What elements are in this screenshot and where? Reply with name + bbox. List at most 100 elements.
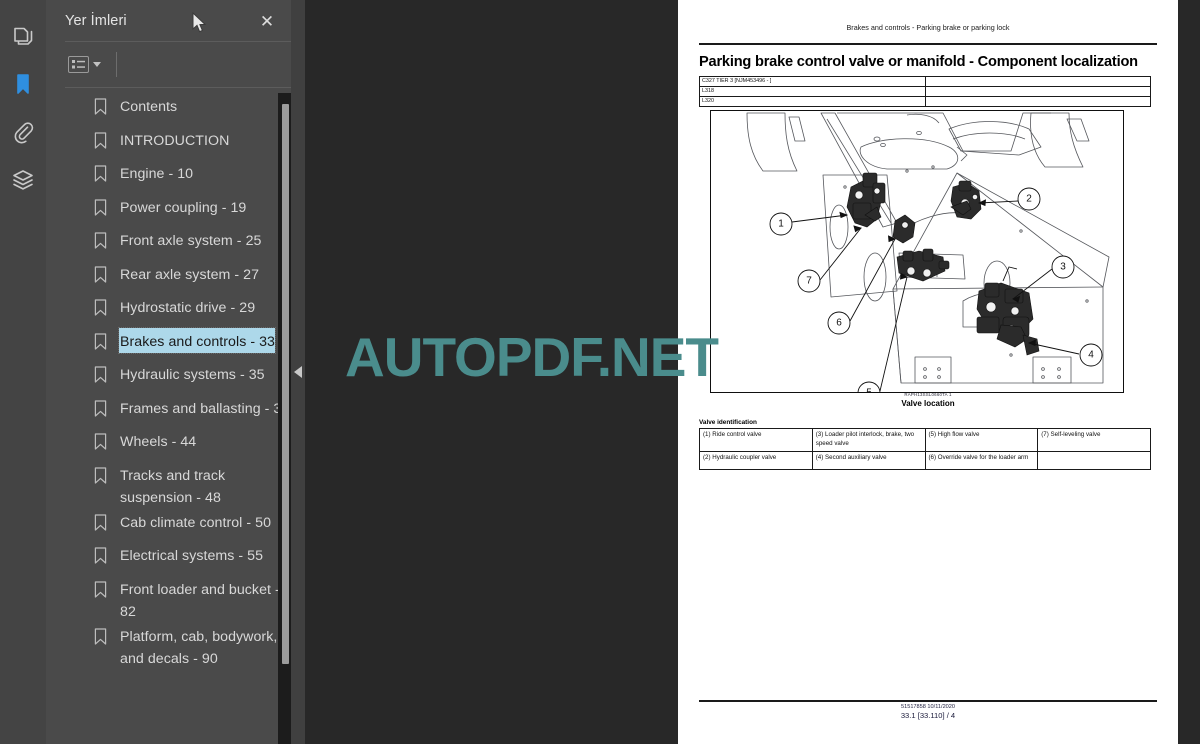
bookmark-item-label: Hydraulic systems - 35 bbox=[120, 367, 265, 383]
page-running-header: Brakes and controls - Parking brake or p… bbox=[846, 23, 1010, 32]
bookmark-item[interactable]: Engine - 10 bbox=[94, 160, 295, 194]
model-table-row: L320 bbox=[699, 96, 1152, 107]
bookmark-item[interactable]: Hydraulic systems - 35 bbox=[94, 361, 295, 395]
model-table-row: C327 TIER 3 [NJM453496 - ] bbox=[699, 76, 1152, 87]
bookmark-item[interactable]: Platform, cab, bodywork, and decals - 90 bbox=[94, 623, 295, 670]
list-options-icon bbox=[68, 56, 89, 73]
figure-reference: RAPH13SSL0660TA 1 bbox=[904, 392, 952, 397]
toolbar-separator bbox=[116, 52, 117, 77]
bookmark-item[interactable]: Cab climate control - 50 bbox=[94, 509, 295, 543]
bookmark-item[interactable]: Electrical systems - 55 bbox=[94, 542, 295, 576]
bookmark-options-button[interactable] bbox=[65, 53, 104, 76]
svg-text:4: 4 bbox=[1088, 350, 1094, 361]
model-cell bbox=[924, 76, 1152, 87]
bookmark-item[interactable]: Rear axle system - 27 bbox=[94, 261, 295, 295]
valve-table-cell: (1) Ride control valve bbox=[699, 427, 813, 453]
sidebar-icon-rail bbox=[0, 0, 46, 744]
bookmark-item[interactable]: Front loader and bucket - 82 bbox=[94, 576, 295, 623]
bookmark-item-label: Brakes and controls - 33 bbox=[118, 326, 276, 354]
bookmark-item[interactable]: Frames and ballasting - 39 bbox=[94, 395, 295, 429]
model-cell: L318 bbox=[699, 86, 926, 97]
footer-document-number: 51517858 10/11/2020 bbox=[900, 704, 956, 710]
bookmark-flag-icon bbox=[94, 580, 107, 598]
valve-table-cell bbox=[1037, 451, 1151, 471]
bookmarks-scrollbar-thumb[interactable] bbox=[282, 104, 289, 664]
bookmark-item[interactable]: INTRODUCTION bbox=[94, 127, 295, 161]
bookmark-item-label: Frames and ballasting - 39 bbox=[120, 400, 290, 417]
bookmark-item-label: INTRODUCTION bbox=[120, 132, 230, 149]
bookmark-flag-icon bbox=[94, 399, 107, 417]
bookmark-flag-icon bbox=[94, 98, 107, 115]
bookmark-item[interactable]: Tracks and track suspension - 48 bbox=[94, 462, 295, 509]
valve-table-cell: (7) Self-leveling valve bbox=[1037, 427, 1151, 453]
model-cell bbox=[924, 86, 1152, 97]
panel-header: Yer İmleri ✕ bbox=[46, 0, 305, 42]
bookmark-item-label: Front loader and bucket - 82 bbox=[120, 581, 280, 620]
panel-collapse-handle[interactable] bbox=[291, 0, 305, 744]
model-table: C327 TIER 3 [NJM453496 - ] L318 L320 bbox=[699, 76, 1152, 107]
page-footer-rule bbox=[699, 700, 1157, 702]
bookmark-item[interactable]: Brakes and controls - 33 bbox=[94, 326, 295, 362]
pages-icon bbox=[12, 25, 34, 47]
model-cell: C327 TIER 3 [NJM453496 - ] bbox=[699, 76, 926, 87]
figure-caption: Valve location bbox=[901, 399, 955, 408]
bookmark-flag-icon bbox=[94, 547, 107, 564]
bookmark-item[interactable]: Contents bbox=[94, 93, 295, 127]
rail-button-attachments[interactable] bbox=[0, 108, 46, 156]
pdf-page: Brakes and controls - Parking brake or p… bbox=[678, 0, 1178, 744]
rail-button-pages[interactable] bbox=[0, 12, 46, 60]
page-header-rule bbox=[699, 43, 1157, 45]
bookmark-flag-icon bbox=[94, 198, 107, 216]
bookmark-item-label: Front axle system - 25 bbox=[120, 233, 262, 249]
bookmark-flag-icon bbox=[94, 265, 107, 283]
bookmark-item[interactable]: Front axle system - 25 bbox=[94, 227, 295, 261]
panel-title: Yer İmleri bbox=[65, 13, 127, 29]
valve-table-cell: (4) Second auxiliary valve bbox=[811, 451, 926, 471]
bookmark-item-label: Power coupling - 19 bbox=[120, 199, 247, 216]
bookmark-item-label: Hydrostatic drive - 29 bbox=[120, 300, 256, 316]
bookmark-item-label: Wheels - 44 bbox=[120, 434, 197, 450]
layers-icon bbox=[11, 168, 35, 192]
bookmark-flag-icon bbox=[94, 627, 107, 645]
pdf-viewer-window: Yer İmleri ✕ Contents INTRODUCTION Engine … bbox=[0, 0, 1200, 744]
toolbar-divider bbox=[65, 87, 291, 88]
valve-table-row: (2) Hydraulic coupler valve (4) Second au… bbox=[699, 451, 1151, 471]
svg-text:6: 6 bbox=[836, 318, 842, 329]
bookmarks-panel: Yer İmleri ✕ Contents INTRODUCTION Engine … bbox=[46, 0, 305, 744]
rail-button-layers[interactable] bbox=[0, 156, 46, 204]
bookmark-item[interactable]: Power coupling - 19 bbox=[94, 194, 295, 228]
document-viewer[interactable]: Brakes and controls - Parking brake or p… bbox=[305, 0, 1200, 744]
valve-table-cell: (3) Loader pilot interlock, brake, two s… bbox=[811, 427, 926, 453]
svg-text:2: 2 bbox=[1026, 194, 1032, 205]
bookmark-flag-icon bbox=[94, 466, 107, 484]
chassis-diagram-svg: 1 7 6 5 2 3 4 bbox=[746, 112, 1110, 392]
valve-table-cell: (6) Override valve for the loader arm bbox=[924, 451, 1039, 471]
footer-section-number: 33.1 [33.110] / 4 bbox=[900, 711, 956, 720]
bookmark-item-label: Platform, cab, bodywork, and decals - 90 bbox=[120, 628, 278, 667]
bookmark-flag-icon bbox=[94, 299, 107, 316]
bookmarks-toolbar bbox=[46, 42, 305, 87]
attachment-icon bbox=[12, 120, 34, 144]
figure-valve-location: 1 7 6 5 2 3 4 bbox=[710, 110, 1124, 393]
bookmark-flag-icon bbox=[94, 332, 107, 350]
close-icon[interactable]: ✕ bbox=[255, 9, 279, 33]
bookmark-item[interactable]: Hydrostatic drive - 29 bbox=[94, 294, 295, 328]
svg-text:3: 3 bbox=[1060, 262, 1066, 273]
valve-table-cell: (2) Hydraulic coupler valve bbox=[699, 451, 813, 471]
valve-table-row: (1) Ride control valve (3) Loader pilot i… bbox=[699, 427, 1151, 453]
model-cell bbox=[924, 96, 1152, 107]
rail-button-bookmarks[interactable] bbox=[0, 60, 46, 108]
bookmark-item[interactable]: Wheels - 44 bbox=[94, 428, 295, 462]
bookmark-item-label: Cab climate control - 50 bbox=[120, 514, 272, 531]
bookmark-flag-icon bbox=[94, 232, 107, 249]
bookmark-list[interactable]: Contents INTRODUCTION Engine - 10 Power cou… bbox=[46, 93, 305, 744]
model-table-row: L318 bbox=[699, 86, 1152, 97]
bookmark-flag-icon bbox=[94, 366, 107, 383]
bookmark-item-label: Tracks and track suspension - 48 bbox=[120, 467, 226, 506]
bookmark-flag-icon bbox=[94, 131, 107, 149]
valve-identification-table: (1) Ride control valve (3) Loader pilot i… bbox=[699, 427, 1151, 471]
mouse-cursor bbox=[192, 11, 208, 39]
svg-text:1: 1 bbox=[778, 219, 784, 230]
valve-table-cell: (5) High flow valve bbox=[924, 427, 1039, 453]
valve-identification-heading: Valve identification bbox=[699, 419, 757, 426]
